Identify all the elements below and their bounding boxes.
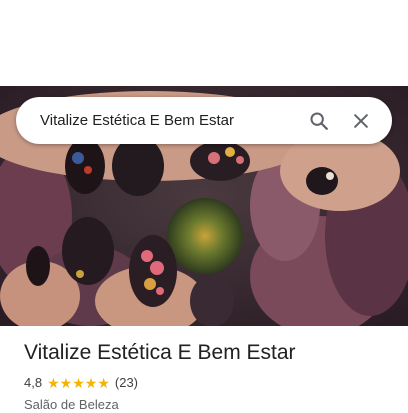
close-icon <box>354 113 368 128</box>
star-icon: ★ <box>47 375 60 391</box>
rating-value: 4,8 <box>24 375 43 390</box>
star-icon: ★ <box>84 375 98 391</box>
star-icon: ★ <box>97 375 110 391</box>
search-input[interactable] <box>40 112 302 129</box>
search-icon <box>310 111 328 130</box>
place-category[interactable]: Salão de Beleza <box>24 397 394 413</box>
rating-row[interactable]: 4,8 ★ ★ ★ ★ ★ (23) <box>24 375 394 391</box>
star-icon: ★ <box>59 375 73 391</box>
review-count[interactable]: (23) <box>115 375 138 391</box>
rating-stars: ★ ★ ★ ★ ★ <box>47 376 110 390</box>
clear-search-button[interactable] <box>344 104 378 138</box>
place-info-panel: Vitalize Estética E Bem Estar 4,8 ★ ★ ★ … <box>24 340 394 413</box>
place-title: Vitalize Estética E Bem Estar <box>24 341 296 364</box>
search-button[interactable] <box>302 104 336 138</box>
top-blank-area <box>0 0 408 86</box>
search-bar[interactable] <box>16 97 392 144</box>
star-icon: ★ <box>72 375 85 391</box>
